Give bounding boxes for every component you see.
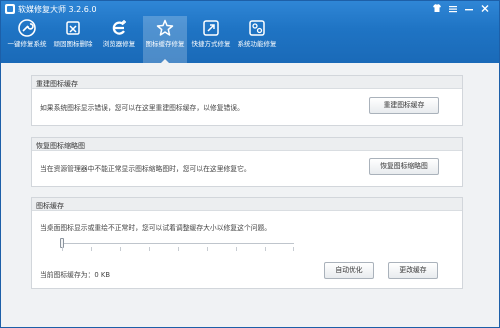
panel-description: 当桌面图标显示或重绘不正常时，您可以试着调整缓存大小以修复这个问题。 (40, 224, 272, 232)
slider-tick (91, 247, 92, 251)
tool-system-function-repair[interactable]: 系统功能修复 (235, 16, 279, 63)
panel-header: 图标缓存 (32, 198, 462, 211)
minimize-icon[interactable] (463, 3, 475, 14)
app-logo-icon (5, 4, 15, 14)
rebuild-cache-panel: 重建图标缓存 如果系统图标显示错误，您可以在这里重建图标缓存，以修复错误。 重建… (31, 75, 463, 126)
tool-browser-repair[interactable]: 浏览器修复 (97, 16, 141, 63)
slider-tick (62, 247, 63, 251)
slider-tick (207, 247, 208, 251)
tool-shortcut-repair[interactable]: 快捷方式修复 (189, 16, 233, 63)
title-bar: 软媒修复大师 3.2.6.0 (1, 1, 499, 17)
restore-thumbnail-panel: 恢复图标缩略图 当在资源管理器中不能正常显示图标缩略图时，您可以在这里修复它。 … (31, 137, 463, 187)
skin-icon[interactable] (431, 3, 443, 14)
rebuild-cache-button[interactable]: 重建图标缓存 (369, 97, 439, 114)
gears-icon (249, 20, 265, 36)
tool-label: 一键修复系统 (7, 40, 47, 48)
tool-icon-cache-repair[interactable]: 图标缓存修复 (143, 16, 187, 64)
window-title: 软媒修复大师 3.2.6.0 (18, 5, 97, 14)
tool-label: 快捷方式修复 (191, 40, 231, 48)
shortcut-icon (203, 20, 219, 36)
tool-label: 系统功能修复 (237, 40, 277, 48)
slider-tick (120, 247, 121, 251)
app-window: 软媒修复大师 3.2.6.0 一键修复系统 顽固图标删除 浏览器修复 图标缓存修… (0, 0, 500, 328)
menu-icon[interactable] (447, 3, 459, 14)
restore-thumbnail-button[interactable]: 恢复图标缩略图 (369, 158, 439, 175)
tool-one-click-repair[interactable]: 一键修复系统 (5, 16, 49, 63)
slider-tick (265, 247, 266, 251)
header: 软媒修复大师 3.2.6.0 一键修复系统 顽固图标删除 浏览器修复 图标缓存修… (1, 1, 499, 64)
slider-tick (149, 247, 150, 251)
tool-label: 顽固图标删除 (53, 40, 93, 48)
cache-size-label: 当前图标缓存为：0 KB (40, 271, 110, 279)
panel-title: 恢复图标缩略图 (36, 142, 85, 150)
auto-optimize-button[interactable]: 自动优化 (324, 262, 374, 279)
panel-description: 当在资源管理器中不能正常显示图标缩略图时，您可以在这里修复它。 (40, 165, 251, 173)
panel-description: 如果系统图标显示错误，您可以在这里重建图标缓存，以修复错误。 (40, 104, 244, 112)
icon-cache-panel: 图标缓存 当桌面图标显示或重绘不正常时，您可以试着调整缓存大小以修复这个问题。 … (31, 197, 463, 289)
tool-stubborn-icon-delete[interactable]: 顽固图标删除 (51, 16, 95, 63)
slider-tick (236, 247, 237, 251)
browser-e-icon (112, 20, 126, 35)
change-cache-button[interactable]: 更改缓存 (388, 262, 438, 279)
slider-tick (293, 247, 294, 251)
tool-label: 图标缓存修复 (145, 40, 185, 48)
wrench-icon (18, 19, 36, 37)
trash-icon (66, 21, 80, 35)
cache-size-slider-track[interactable] (62, 243, 294, 244)
slider-tick (178, 247, 179, 251)
panel-header: 恢复图标缩略图 (32, 138, 462, 151)
panel-title: 重建图标缓存 (36, 80, 78, 88)
panel-title: 图标缓存 (36, 202, 64, 210)
close-icon[interactable] (479, 3, 491, 14)
main-toolbar: 一键修复系统 顽固图标删除 浏览器修复 图标缓存修复 快捷方式修复 系统功能修复 (5, 16, 281, 64)
panel-header: 重建图标缓存 (32, 76, 462, 89)
tool-label: 浏览器修复 (102, 40, 136, 48)
star-icon (156, 19, 174, 36)
